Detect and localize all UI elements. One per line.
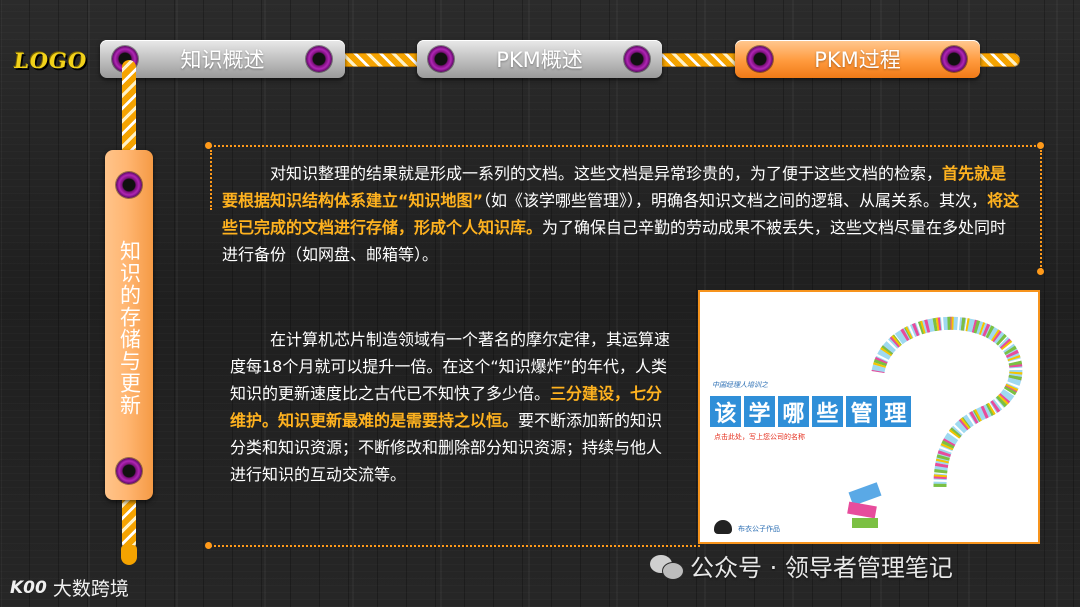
- grommet-icon: [116, 458, 142, 484]
- book-title-char: 哪: [778, 396, 809, 427]
- frame-bottom-line: [210, 545, 700, 547]
- book-title-char: 该: [710, 396, 741, 427]
- book-title: 该 学 哪 些 管 理: [710, 396, 911, 427]
- tab-label: PKM概述: [496, 48, 583, 72]
- book-subtitle: 中国经理人培训之: [712, 381, 768, 389]
- book-note: 点击此处，写上您公司的名称: [714, 433, 805, 441]
- brand-logo-icon: K00: [10, 577, 47, 598]
- tab-label: 知识概述: [180, 48, 265, 72]
- book-title-char: 学: [744, 396, 775, 427]
- grommet-icon: [306, 46, 332, 72]
- section-title: 知识的存储与更新: [117, 240, 142, 416]
- tab-label: PKM过程: [814, 48, 901, 72]
- wechat-icon: [650, 553, 684, 580]
- frame-top-line: [210, 145, 1040, 147]
- logo: LOGO: [12, 48, 90, 73]
- p1-text-a: 对知识整理的结果就是形成一系列的文档。这些文档是异常珍贵的，为了便于这些文档的检…: [270, 164, 943, 183]
- grommet-icon: [116, 172, 142, 198]
- author-avatar-icon: [714, 520, 732, 534]
- book-title-char: 理: [880, 396, 911, 427]
- grommet-icon: [747, 46, 773, 72]
- book-title-char: 管: [846, 396, 877, 427]
- wechat-watermark-text: 公众号 · 领导者管理笔记: [690, 554, 953, 582]
- frame-dot: [1037, 142, 1044, 149]
- frame-left-line: [210, 150, 212, 210]
- rope-end: [121, 545, 137, 565]
- p1-text-c: （如《该学哪些管理》），明确各知识文档之间的逻辑、从属关系。其次，: [483, 191, 988, 210]
- paragraph-1: 对知识整理的结果就是形成一系列的文档。这些文档是异常珍贵的，为了便于这些文档的检…: [222, 160, 1022, 268]
- frame-right-line: [1040, 150, 1042, 270]
- grommet-icon: [941, 46, 967, 72]
- frame-dot: [205, 142, 212, 149]
- grommet-icon: [428, 46, 454, 72]
- frame-dot: [205, 542, 212, 549]
- wechat-watermark: 公众号 · 领导者管理笔记: [650, 548, 953, 583]
- book-author: 布衣公子作品: [738, 525, 780, 533]
- paragraph-2: 在计算机芯片制造领域有一个著名的摩尔定律，其运算速度每18个月就可以提升一倍。在…: [230, 326, 675, 488]
- book-title-char: 些: [812, 396, 843, 427]
- book-cover-image: 中国经理人培训之 该 学 哪 些 管 理 点击此处，写上您公司的名称 布衣公子作…: [698, 290, 1040, 544]
- brand-watermark-text: 大数跨境: [52, 578, 129, 600]
- grommet-icon: [624, 46, 650, 72]
- brand-watermark: K00 大数跨境: [10, 574, 129, 601]
- frame-dot: [1037, 268, 1044, 275]
